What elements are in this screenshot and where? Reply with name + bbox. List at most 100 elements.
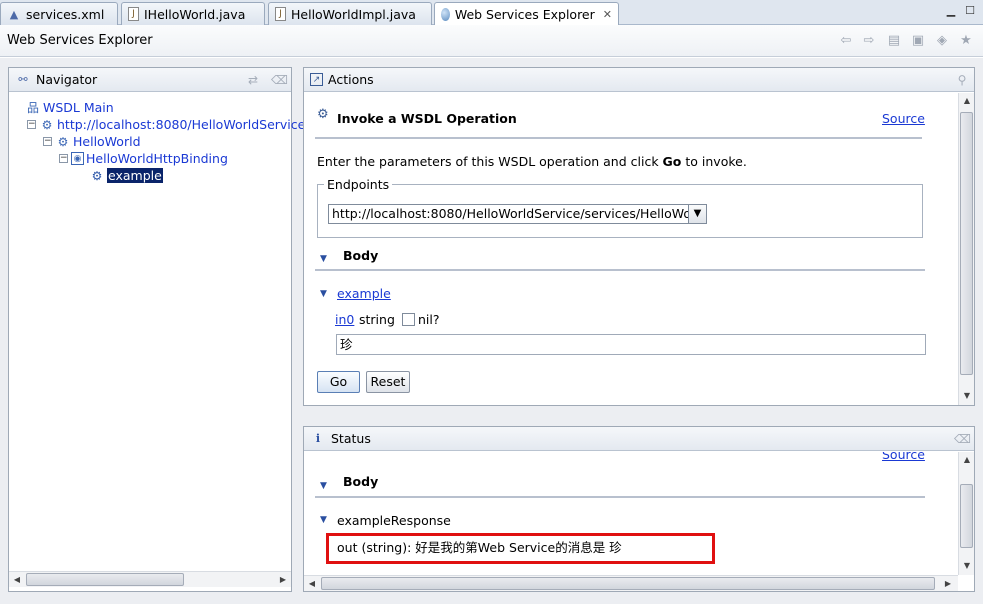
tree-item-binding[interactable]: − ◉ HelloWorldHttpBinding (59, 150, 228, 167)
go-button[interactable]: Go (317, 371, 360, 393)
tree-item-example[interactable]: ⚙ example (89, 167, 163, 184)
xml-file-icon: ▲ (9, 7, 19, 21)
status-header: i Status ⌫ (304, 427, 974, 451)
tree-item-helloworld[interactable]: − ⚙ HelloWorld (43, 133, 141, 150)
collapse-toggle-icon[interactable]: − (43, 137, 52, 146)
back-icon[interactable]: ⇦ (838, 33, 854, 49)
wsdl-main-icon: 品 (26, 101, 39, 115)
scroll-thumb[interactable] (26, 573, 184, 586)
actions-arrow-icon: ↗ (310, 73, 323, 86)
status-vertical-scrollbar[interactable]: ▲ ▼ (958, 452, 974, 575)
actions-panel: ↗ Actions ⚲ ⚙ Invoke a WSDL Operation So… (303, 67, 975, 406)
param-value-input[interactable]: 珍 (336, 334, 926, 355)
scroll-down-icon[interactable]: ▼ (959, 388, 975, 404)
scroll-thumb[interactable] (960, 112, 973, 375)
wsdl-page-icon[interactable]: ▣ (910, 33, 926, 49)
collapse-operation-icon[interactable]: ▼ (320, 289, 327, 299)
minimize-icon[interactable]: ▁ (944, 4, 958, 18)
globe-icon (441, 8, 450, 21)
collapse-toggle-icon[interactable]: − (59, 154, 68, 163)
endpoint-value: http://localhost:8080/HelloWorldService/… (332, 206, 707, 221)
invoke-heading: Invoke a WSDL Operation (337, 111, 517, 126)
refresh-icon[interactable]: ⇄ (245, 72, 261, 88)
status-body-title: Body (343, 474, 379, 489)
maximize-pane-icon[interactable]: ⚲ (954, 72, 970, 88)
tree-item-label: http://localhost:8080/HelloWorldService (57, 117, 306, 132)
actions-vertical-scrollbar[interactable]: ▲ ▼ (958, 93, 974, 405)
scroll-thumb[interactable] (960, 484, 973, 548)
info-icon: i (315, 432, 321, 445)
divider (315, 137, 922, 139)
service-icon: ⚙ (57, 134, 69, 149)
param-type: string (359, 312, 395, 327)
favorites-icon[interactable]: ▤ (886, 33, 902, 49)
clear-status-icon[interactable]: ⌫ (954, 431, 971, 447)
tab-label: HelloWorldImpl.java (291, 6, 416, 22)
scroll-right-icon[interactable]: ▶ (275, 572, 291, 588)
close-tab-icon[interactable]: ✕ (603, 8, 612, 21)
java-file-icon: J (128, 7, 139, 21)
response-name: exampleResponse (337, 513, 451, 528)
editor-tab-bar: ▲ services.xml J IHelloWorld.java J Hell… (0, 0, 983, 26)
nil-checkbox[interactable] (402, 313, 415, 326)
param-name-link[interactable]: in0 (335, 312, 354, 327)
tab-label: IHelloWorld.java (144, 6, 246, 22)
status-horizontal-scrollbar[interactable]: ◀ ▶ (304, 575, 958, 591)
window-title: Web Services Explorer (7, 33, 153, 48)
operation-gear-icon: ⚙ (91, 168, 103, 183)
navigator-title: Navigator (36, 72, 98, 87)
scroll-thumb[interactable] (321, 577, 935, 590)
status-title: Status (331, 431, 371, 446)
maximize-icon[interactable]: ☐ (963, 4, 977, 18)
scroll-up-icon[interactable]: ▲ (959, 93, 975, 109)
uddi-page-icon[interactable]: ◈ (934, 33, 950, 49)
tree-item-wsdl-main[interactable]: 品 WSDL Main (25, 99, 114, 116)
actions-title: Actions (328, 72, 374, 87)
tree-item-label: example (107, 168, 163, 183)
collapse-body-icon[interactable]: ▼ (320, 254, 327, 264)
source-link[interactable]: Source (882, 111, 925, 126)
scroll-up-icon[interactable]: ▲ (959, 452, 975, 468)
collapse-response-icon[interactable]: ▼ (320, 515, 327, 525)
clear-icon[interactable]: ⌫ (271, 72, 288, 88)
tab-label: Web Services Explorer (454, 7, 595, 22)
scroll-down-icon[interactable]: ▼ (959, 558, 975, 574)
collapse-toggle-icon[interactable]: − (27, 120, 36, 129)
chevron-down-icon[interactable]: ▼ (688, 205, 706, 223)
status-panel: i Status ⌫ Source ▼ Body ▼ exampleRespon… (303, 426, 975, 592)
endpoint-select[interactable]: http://localhost:8080/HelloWorldService/… (328, 204, 707, 224)
endpoints-legend: Endpoints (327, 177, 390, 192)
scroll-right-icon[interactable]: ▶ (940, 576, 956, 592)
tree-item-label: HelloWorld (73, 134, 141, 149)
nil-option[interactable]: nil? (402, 312, 440, 327)
tab-ihelloworld-java[interactable]: J IHelloWorld.java (121, 2, 265, 25)
body-title: Body (343, 248, 379, 263)
tab-services-xml[interactable]: ▲ services.xml (0, 2, 118, 25)
navigator-horizontal-scrollbar[interactable]: ◀ ▶ (9, 571, 291, 587)
tab-helloworldimpl-java[interactable]: J HelloWorldImpl.java (268, 2, 432, 25)
tab-web-services-explorer[interactable]: Web Services Explorer ✕ (434, 2, 619, 26)
tree-item-label: WSDL Main (43, 100, 114, 115)
binding-icon: ◉ (71, 152, 84, 165)
forward-icon[interactable]: ⇨ (861, 33, 877, 49)
tab-label: services.xml (26, 6, 105, 22)
reset-button[interactable]: Reset (366, 371, 410, 393)
tree-item-wsdl-service[interactable]: − ⚙ http://localhost:8080/HelloWorldServ… (27, 116, 305, 133)
highlight-box (326, 533, 715, 564)
status-source-link[interactable]: Source (882, 452, 925, 462)
operation-link[interactable]: example (337, 286, 391, 301)
instruction-text: Enter the parameters of this WSDL operat… (317, 154, 747, 169)
param-value: 珍 (340, 337, 353, 352)
scroll-left-icon[interactable]: ◀ (9, 572, 25, 588)
invoke-operation-icon: ⚙ (317, 107, 329, 122)
tree-item-label: HelloWorldHttpBinding (86, 151, 228, 166)
nil-label: nil? (418, 312, 440, 327)
divider (315, 269, 925, 271)
collapse-status-body-icon[interactable]: ▼ (320, 481, 327, 491)
star-icon[interactable]: ★ (958, 33, 974, 49)
navigator-header: ⚯ Navigator ⇄ ⌫ (9, 68, 291, 92)
actions-header: ↗ Actions ⚲ (304, 68, 974, 92)
wsdl-service-icon: ⚙ (41, 117, 53, 132)
navigator-panel: ⚯ Navigator ⇄ ⌫ 品 WSDL Main − ⚙ http://l… (8, 67, 305, 592)
scroll-left-icon[interactable]: ◀ (304, 576, 320, 592)
